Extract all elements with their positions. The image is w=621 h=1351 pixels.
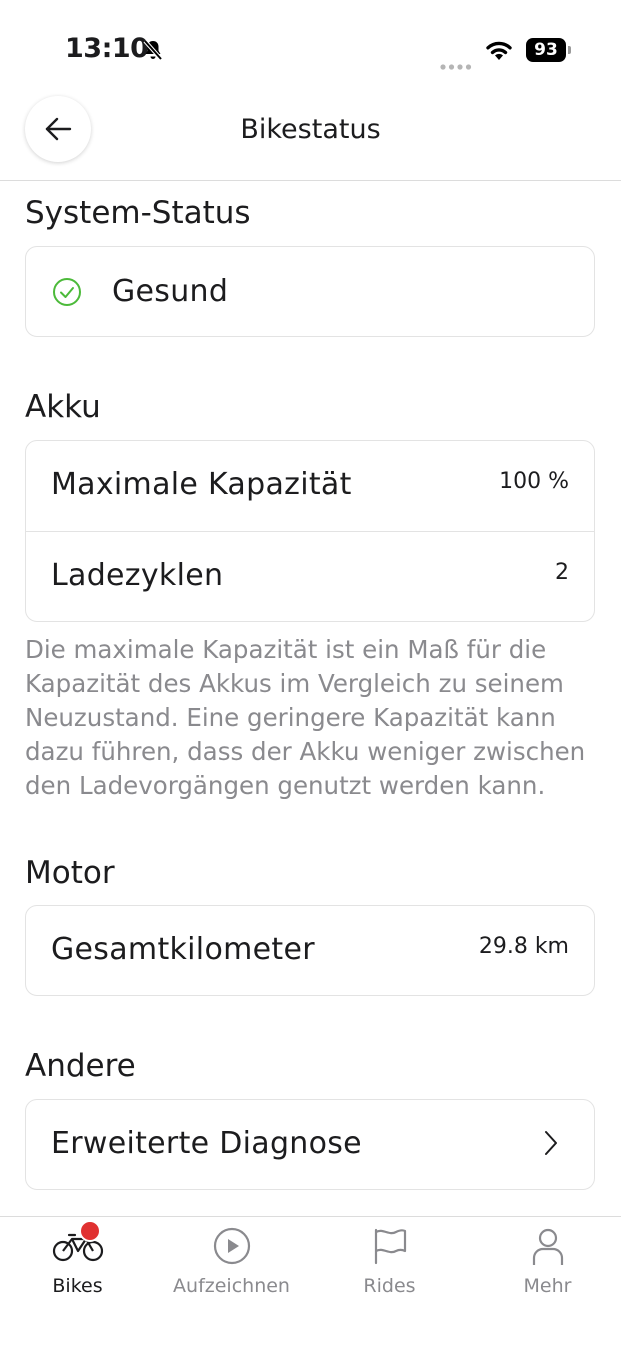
system-status-card: Gesund — [25, 246, 595, 337]
person-icon — [532, 1228, 563, 1265]
row-value: 29.8 km — [478, 934, 569, 959]
wifi-icon — [484, 38, 514, 62]
play-circle-icon — [213, 1227, 250, 1265]
tab-bar: Bikes Aufzeichnen Rides Mehr — [0, 1216, 621, 1351]
row-label: Gesamtkilometer — [51, 932, 315, 967]
akku-row-cycles: Ladezyklen 2 — [26, 531, 594, 621]
row-label: Erweiterte Diagnose — [51, 1126, 362, 1161]
cellular-signal-icon — [440, 55, 472, 70]
motor-card: Gesamtkilometer 29.8 km — [25, 905, 595, 996]
bell-muted-icon — [141, 38, 165, 62]
row-label: Ladezyklen — [51, 558, 224, 593]
system-status-value: Gesund — [112, 274, 229, 309]
notification-badge — [79, 1220, 101, 1242]
tab-label: Bikes — [52, 1275, 103, 1297]
section-title-andere: Andere — [25, 1048, 136, 1084]
status-bar: 13:10 93 — [0, 0, 621, 100]
page-title: Bikestatus — [240, 114, 381, 145]
section-title-system-status: System-Status — [25, 195, 251, 231]
akku-description: Die maximale Kapazität ist ein Maß für d… — [25, 635, 586, 800]
andere-card: Erweiterte Diagnose — [25, 1099, 595, 1190]
akku-card: Maximale Kapazität 100 % Ladezyklen 2 — [25, 440, 595, 622]
battery-icon: 93 — [526, 38, 574, 62]
chevron-right-icon — [545, 1131, 557, 1155]
advanced-diagnosis-row[interactable]: Erweiterte Diagnose — [26, 1100, 594, 1190]
row-value: 2 — [555, 560, 569, 585]
row-value: 100 % — [499, 469, 569, 494]
tab-label: Rides — [363, 1275, 416, 1297]
row-label: Maximale Kapazität — [51, 467, 352, 502]
akku-row-capacity: Maximale Kapazität 100 % — [26, 441, 594, 531]
tab-label: Mehr — [523, 1275, 572, 1297]
flag-icon — [374, 1228, 406, 1265]
section-title-akku: Akku — [25, 389, 101, 425]
check-circle-icon — [53, 278, 81, 306]
status-time: 13:10 — [65, 33, 149, 64]
tab-bikes[interactable]: Bikes — [0, 1217, 155, 1327]
tab-aufzeichnen[interactable]: Aufzeichnen — [154, 1217, 309, 1327]
motor-row-total-km: Gesamtkilometer 29.8 km — [26, 906, 594, 996]
battery-level: 93 — [526, 38, 566, 62]
tab-rides[interactable]: Rides — [312, 1217, 467, 1327]
navigation-bar: Bikestatus — [0, 92, 621, 181]
section-title-motor: Motor — [25, 855, 115, 891]
tab-label: Aufzeichnen — [173, 1275, 290, 1297]
tab-mehr[interactable]: Mehr — [470, 1217, 621, 1327]
